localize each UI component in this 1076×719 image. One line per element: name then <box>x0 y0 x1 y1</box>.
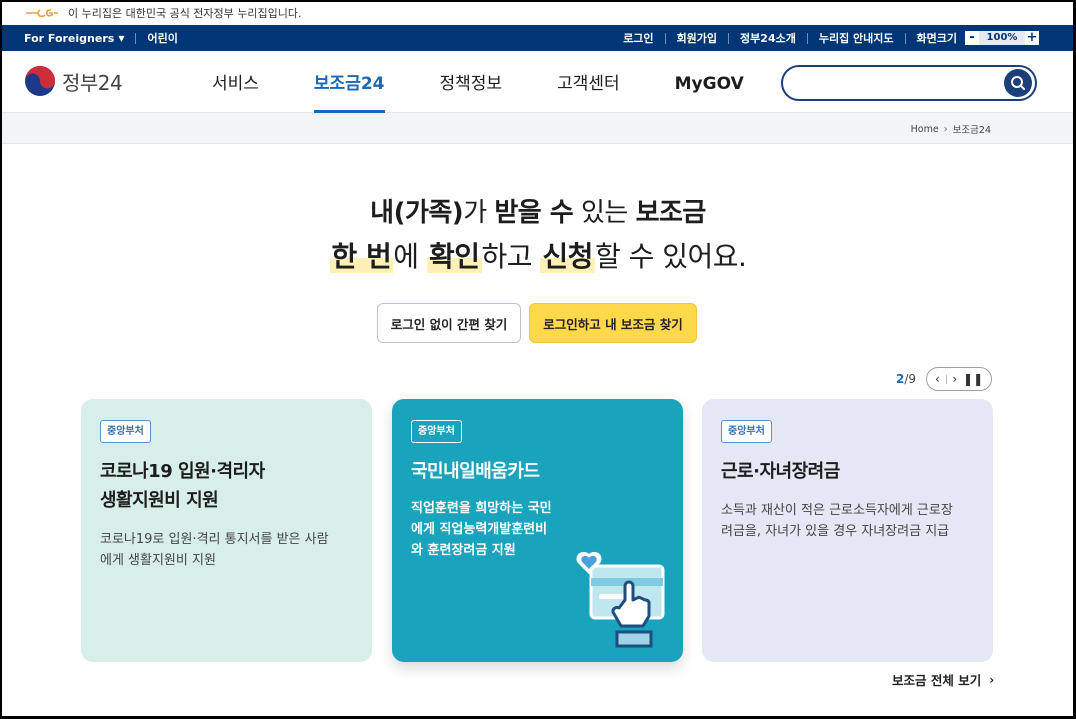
hero-text-segment: 확인 <box>426 240 482 273</box>
hero-text-segment: 가 <box>463 198 495 228</box>
divider <box>904 32 906 44</box>
breadcrumb: Home › 보조금24 <box>911 122 991 137</box>
divider <box>135 32 137 44</box>
nav-mygov[interactable]: MyGOV <box>675 51 744 113</box>
taegeuk-emblem-icon <box>25 66 55 96</box>
card-description: 소득과 재산이 적은 근로소득자에게 근로장 려금을, 자녀가 있을 경우 자녀… <box>721 503 953 539</box>
gov-official-banner: 이 누리집은 대한민국 공식 전자정부 누리집입니다. <box>2 2 1073 24</box>
hero-text-segment: 내(가족) <box>370 198 464 228</box>
view-all-subsidies-link[interactable]: 보조금 전체 보기 › <box>892 670 994 689</box>
signup-link[interactable]: 회원가입 <box>677 30 717 46</box>
for-foreigners-menu[interactable]: For Foreigners ▼ <box>24 32 124 45</box>
divider <box>728 32 730 44</box>
divider <box>806 32 808 44</box>
breadcrumb-band: Home › 보조금24 <box>2 113 1073 144</box>
hero-line-1: 내(가족)가 받을 수 있는 보조금 <box>0 193 1076 233</box>
search-input[interactable] <box>797 73 997 93</box>
nav-subsidy24[interactable]: 보조금24 <box>313 51 385 113</box>
zoom-in-button[interactable]: + <box>1025 31 1039 45</box>
login-link[interactable]: 로그인 <box>623 30 653 46</box>
search-box <box>781 65 1037 101</box>
zoom-control: - 100% + <box>965 31 1039 45</box>
hero-line-2: 한 번에 확인하고 신청할 수 있어요. <box>0 235 1076 279</box>
card-tap-heart-icon <box>576 551 665 648</box>
card-title: 국민내일배움카드 <box>411 461 540 482</box>
chevron-right-icon[interactable]: › <box>952 372 957 386</box>
divider <box>945 374 947 384</box>
chevron-right-icon: › <box>989 672 995 687</box>
card-description: 코로나19로 입원·격리 통지서를 받은 사람 에게 생활지원비 지원 <box>100 532 329 568</box>
search-icon <box>1011 76 1025 90</box>
caret-down-icon: ▼ <box>118 33 125 43</box>
hero-text-segment: 보조금 <box>635 198 707 228</box>
category-badge: 중앙부처 <box>100 420 151 443</box>
chevron-right-icon: › <box>943 123 948 135</box>
subsidy-card[interactable]: 중앙부처 근로·자녀장려금 소득과 재산이 적은 근로소득자에게 근로장 려금을… <box>702 399 993 662</box>
carousel-pager: 2/9 ‹ › ❚❚ <box>896 367 993 391</box>
gov-banner-text: 이 누리집은 대한민국 공식 전자정부 누리집입니다. <box>68 7 302 20</box>
breadcrumb-home[interactable]: Home <box>911 124 939 135</box>
nav-policy-info[interactable]: 정책정보 <box>440 51 503 113</box>
subsidy-card[interactable]: 중앙부처 국민내일배움카드 직업훈련을 희망하는 국민 에게 직업능력개발훈련비… <box>392 399 683 662</box>
screen-size-label: 화면크기 <box>916 32 957 45</box>
find-without-login-button[interactable]: 로그인 없이 간편 찾기 <box>377 303 521 343</box>
card-title: 근로·자녀장려금 <box>721 461 840 482</box>
main-nav: 서비스 보조금24 정책정보 고객센터 MyGOV <box>212 51 799 113</box>
hero-text-segment: 있는 <box>573 198 636 228</box>
nav-services[interactable]: 서비스 <box>212 51 259 113</box>
hero-text-segment: 받을 수 <box>494 198 574 228</box>
slide-counter: 2/9 <box>896 372 917 386</box>
utility-bar: For Foreigners ▼ 어린이 로그인 회원가입 정부24소개 누리집 … <box>2 25 1073 51</box>
hero-text-segment: 에 <box>393 240 427 273</box>
site-logo[interactable]: 정부24 <box>24 65 123 97</box>
hero-text-segment: 신청 <box>540 240 595 273</box>
zoom-out-button[interactable]: - <box>965 31 979 45</box>
sitemap-link[interactable]: 누리집 안내지도 <box>819 30 894 46</box>
zoom-level: 100% <box>979 31 1025 45</box>
hero-text-segment: 할 수 있어요. <box>594 240 747 273</box>
category-badge: 중앙부처 <box>411 420 462 443</box>
site-header: 정부24 서비스 보조금24 정책정보 고객센터 MyGOV <box>2 51 1073 113</box>
search-button[interactable] <box>1004 69 1032 97</box>
nav-customer-center[interactable]: 고객센터 <box>557 51 620 113</box>
about-link[interactable]: 정부24소개 <box>740 30 796 46</box>
eg-logo-icon <box>26 9 58 18</box>
pause-icon[interactable]: ❚❚ <box>963 372 983 386</box>
hero-text-segment: 한 번 <box>329 240 394 273</box>
chevron-left-icon[interactable]: ‹ <box>935 372 940 386</box>
divider <box>664 32 666 44</box>
login-and-find-button[interactable]: 로그인하고 내 보조금 찾기 <box>529 303 697 343</box>
breadcrumb-current: 보조금24 <box>952 125 991 136</box>
hero-heading: 내(가족)가 받을 수 있는 보조금 한 번에 확인하고 신청할 수 있어요. <box>0 193 1076 279</box>
hero-text-segment: 하고 <box>481 240 541 273</box>
subsidy-card[interactable]: 중앙부처 코로나19 입원·격리자 생활지원비 지원 코로나19로 입원·격리 … <box>81 399 372 662</box>
carousel-controls: ‹ › ❚❚ <box>926 367 993 391</box>
kids-link[interactable]: 어린이 <box>147 30 177 46</box>
category-badge: 중앙부처 <box>721 420 772 443</box>
card-title: 코로나19 입원·격리자 생활지원비 지원 <box>100 461 265 511</box>
logo-text: 정부24 <box>62 70 123 95</box>
